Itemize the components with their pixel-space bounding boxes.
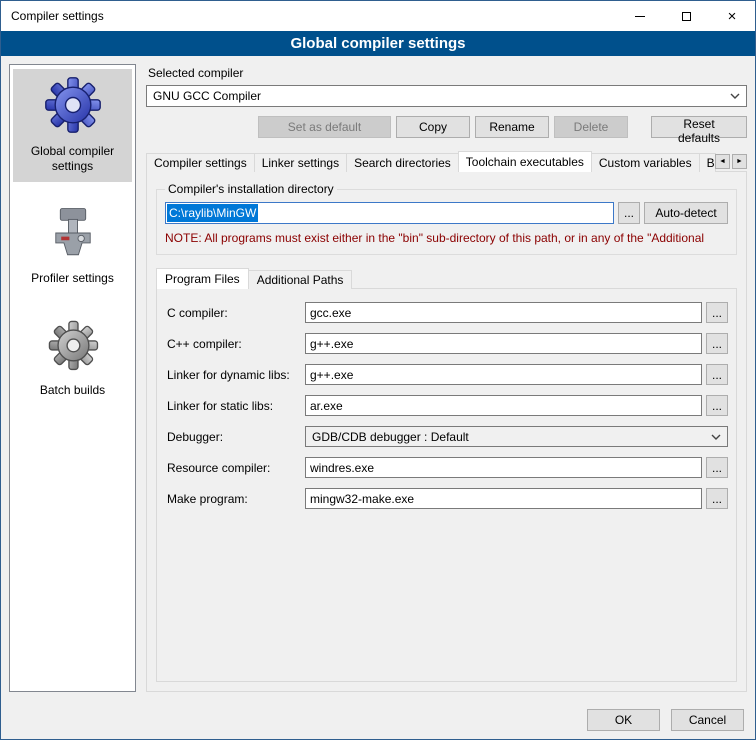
dynamic-linker-browse-button[interactable]: ... [706, 364, 728, 385]
resource-compiler-browse-button[interactable]: ... [706, 457, 728, 478]
compiler-actions: Set as default Copy Rename Delete Reset … [146, 116, 747, 138]
form-row: Make program: ... [167, 488, 728, 509]
dialog-footer: OK Cancel [1, 700, 755, 739]
dialog-body: Global compiler settings Profiler settin… [1, 56, 755, 700]
window-title: Compiler settings [1, 9, 104, 23]
form-row: C compiler: ... [167, 302, 728, 323]
ok-button[interactable]: OK [587, 709, 660, 731]
cpp-compiler-browse-button[interactable]: ... [706, 333, 728, 354]
tab-linker-settings[interactable]: Linker settings [254, 153, 347, 172]
static-linker-browse-button[interactable]: ... [706, 395, 728, 416]
install-dir-input[interactable]: C:\raylib\MinGW [165, 202, 614, 224]
batch-builds-gear-icon [44, 316, 102, 377]
tab-toolchain-executables[interactable]: Toolchain executables [458, 151, 592, 172]
sidebar-item-label: Profiler settings [31, 271, 114, 286]
title-bar: Compiler settings × [1, 1, 755, 31]
main-panel: Selected compiler GNU GCC Compiler Set a… [146, 64, 747, 692]
sidebar-item-label: Batch builds [40, 383, 105, 398]
window-controls: × [617, 1, 755, 31]
make-program-input[interactable] [305, 488, 702, 509]
tab-scroll-left-icon[interactable]: ◄ [715, 154, 730, 169]
tab-custom-variables[interactable]: Custom variables [591, 153, 700, 172]
auto-detect-button[interactable]: Auto-detect [644, 202, 728, 224]
sidebar-item-label: Global compiler settings [15, 144, 130, 174]
form-row: Linker for static libs: ... [167, 395, 728, 416]
tab-build-options[interactable]: Build [699, 153, 716, 172]
toolchain-executables-panel: Compiler's installation directory C:\ray… [146, 171, 747, 692]
settings-category-list: Global compiler settings Profiler settin… [9, 64, 136, 692]
chevron-down-icon [728, 93, 742, 99]
page-title: Global compiler settings [1, 31, 755, 56]
set-as-default-button[interactable]: Set as default [258, 116, 391, 138]
tab-additional-paths[interactable]: Additional Paths [248, 270, 353, 289]
tab-scroll-right-icon[interactable]: ► [732, 154, 747, 169]
cancel-button[interactable]: Cancel [671, 709, 744, 731]
selected-compiler-dropdown[interactable]: GNU GCC Compiler [146, 85, 747, 107]
compiler-settings-window: Compiler settings × Global compiler sett… [0, 0, 756, 740]
dynamic-linker-label: Linker for dynamic libs: [167, 368, 305, 382]
static-linker-label: Linker for static libs: [167, 399, 305, 413]
debugger-label: Debugger: [167, 430, 305, 444]
profiler-icon [44, 204, 102, 265]
copy-button[interactable]: Copy [396, 116, 470, 138]
c-compiler-input[interactable] [305, 302, 702, 323]
tab-search-directories[interactable]: Search directories [346, 153, 459, 172]
installation-directory-row: C:\raylib\MinGW ... Auto-detect [165, 202, 728, 224]
sidebar-item-profiler-settings[interactable]: Profiler settings [13, 198, 132, 294]
tab-program-files[interactable]: Program Files [156, 268, 249, 289]
sidebar-item-global-compiler-settings[interactable]: Global compiler settings [13, 69, 132, 182]
settings-tab-strip: Compiler settings Linker settings Search… [146, 151, 747, 172]
form-row: Linker for dynamic libs: ... [167, 364, 728, 385]
chevron-down-icon [709, 434, 723, 440]
tab-compiler-settings[interactable]: Compiler settings [146, 153, 255, 172]
c-compiler-browse-button[interactable]: ... [706, 302, 728, 323]
close-icon: × [728, 9, 737, 24]
maximize-icon [682, 12, 691, 21]
form-row: Debugger: GDB/CDB debugger : Default [167, 426, 728, 447]
dynamic-linker-input[interactable] [305, 364, 702, 385]
resource-compiler-label: Resource compiler: [167, 461, 305, 475]
rename-button[interactable]: Rename [475, 116, 549, 138]
tab-scroll-buttons: ◄ ► [715, 154, 747, 169]
delete-button[interactable]: Delete [554, 116, 628, 138]
make-program-browse-button[interactable]: ... [706, 488, 728, 509]
minimize-button[interactable] [617, 1, 663, 31]
form-row: Resource compiler: ... [167, 457, 728, 478]
close-button[interactable]: × [709, 1, 755, 31]
static-linker-input[interactable] [305, 395, 702, 416]
make-program-label: Make program: [167, 492, 305, 506]
program-files-panel: C compiler: ... C++ compiler: ... Linker… [156, 288, 737, 682]
reset-defaults-button[interactable]: Reset defaults [651, 116, 747, 138]
installation-directory-group: Compiler's installation directory C:\ray… [156, 182, 737, 255]
cpp-compiler-input[interactable] [305, 333, 702, 354]
minimize-icon [635, 16, 645, 17]
installation-directory-label: Compiler's installation directory [165, 182, 337, 196]
maximize-button[interactable] [663, 1, 709, 31]
debugger-dropdown[interactable]: GDB/CDB debugger : Default [305, 426, 728, 447]
selected-compiler-label: Selected compiler [148, 66, 747, 80]
resource-compiler-input[interactable] [305, 457, 702, 478]
program-files-tab-strip: Program Files Additional Paths [156, 268, 737, 289]
sidebar-item-batch-builds[interactable]: Batch builds [13, 310, 132, 406]
bin-subdirectory-note: NOTE: All programs must exist either in … [165, 231, 728, 245]
debugger-value: GDB/CDB debugger : Default [312, 430, 705, 444]
selected-compiler-value: GNU GCC Compiler [153, 89, 724, 103]
install-dir-value: C:\raylib\MinGW [167, 204, 258, 222]
cpp-compiler-label: C++ compiler: [167, 337, 305, 351]
install-dir-browse-button[interactable]: ... [618, 202, 640, 224]
c-compiler-label: C compiler: [167, 306, 305, 320]
global-compiler-gear-icon [43, 75, 103, 138]
form-row: C++ compiler: ... [167, 333, 728, 354]
